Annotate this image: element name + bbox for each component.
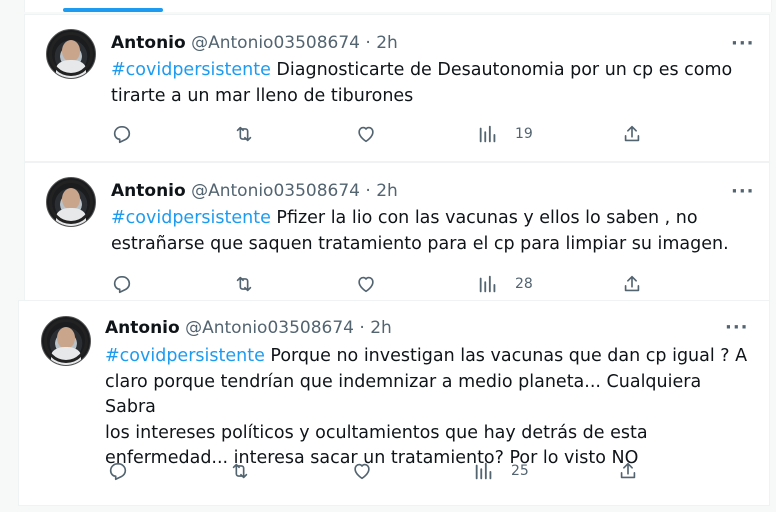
tweet-text-line: Diagnosticarte de Desautonomia por un cp…	[270, 60, 733, 80]
views-count: 28	[515, 276, 533, 292]
like-icon[interactable]	[355, 273, 377, 295]
author-name[interactable]: Antonio	[105, 318, 180, 338]
tweet-text-line: tirarte a un mar lleno de tiburones	[111, 85, 414, 106]
more-icon[interactable]: ···	[725, 319, 749, 337]
hashtag-link[interactable]: #covidpersistente	[105, 346, 265, 366]
like-icon[interactable]	[351, 460, 373, 482]
author-name[interactable]: Antonio	[111, 33, 186, 53]
timestamp[interactable]: 2h	[370, 318, 392, 338]
tweet-text: #covidpersistente Porque no investigan l…	[105, 344, 755, 472]
timestamp[interactable]: 2h	[376, 33, 398, 53]
hashtag-link[interactable]: #covidpersistente	[111, 208, 271, 228]
share-icon[interactable]	[621, 123, 643, 145]
tweet-card[interactable]: Antonio @Antonio03508674 · 2h ··· #covid…	[24, 162, 770, 302]
tweet-actions: 25	[107, 460, 647, 482]
reply-icon[interactable]	[111, 273, 133, 295]
author-handle[interactable]: @Antonio03508674	[191, 33, 360, 53]
author-handle[interactable]: @Antonio03508674	[185, 318, 354, 338]
views-icon[interactable]	[473, 460, 495, 482]
more-icon[interactable]: ···	[731, 183, 755, 201]
separator-dot: ·	[365, 33, 371, 53]
reply-icon[interactable]	[111, 123, 133, 145]
like-icon[interactable]	[355, 123, 377, 145]
tweet-actions: 28	[111, 273, 651, 295]
separator-dot: ·	[365, 181, 371, 201]
tweet-text: #covidpersistente Diagnosticarte de Desa…	[111, 58, 751, 109]
retweet-icon[interactable]	[233, 273, 255, 295]
views-icon[interactable]	[477, 273, 499, 295]
reply-icon[interactable]	[107, 460, 129, 482]
avatar[interactable]	[46, 29, 96, 79]
tweet-text-line: Porque no investigan las vacunas que dan…	[264, 346, 748, 366]
tweet-header: Antonio @Antonio03508674 · 2h	[111, 33, 398, 53]
tweet-text: #covidpersistente Pfizer la lio con las …	[111, 206, 751, 257]
tweet-text-line: estrañarse que saquen tratamiento para e…	[111, 233, 729, 254]
timestamp[interactable]: 2h	[376, 181, 398, 201]
views-count: 19	[515, 126, 533, 142]
avatar[interactable]	[46, 177, 96, 227]
views-icon[interactable]	[477, 123, 499, 145]
tweet-text-line: Pfizer la lio con las vacunas y ellos lo…	[270, 208, 698, 228]
active-tab-indicator	[63, 8, 163, 12]
tweet-text-line: los intereses políticos y ocultamientos …	[105, 422, 648, 443]
views-count: 25	[511, 463, 529, 479]
retweet-icon[interactable]	[229, 460, 251, 482]
tweet-card[interactable]: Antonio @Antonio03508674 · 2h ··· #covid…	[18, 300, 770, 506]
author-handle[interactable]: @Antonio03508674	[191, 181, 360, 201]
tweet-header: Antonio @Antonio03508674 · 2h	[105, 318, 392, 338]
tweet-card[interactable]: Antonio @Antonio03508674 · 2h ··· #covid…	[24, 14, 770, 162]
author-name[interactable]: Antonio	[111, 181, 186, 201]
share-icon[interactable]	[617, 460, 639, 482]
avatar[interactable]	[41, 316, 91, 366]
more-icon[interactable]: ···	[731, 35, 755, 53]
tweet-actions: 19	[111, 123, 651, 145]
tweet-header: Antonio @Antonio03508674 · 2h	[111, 181, 398, 201]
tweet-text-line: claro porque tendrían que indemnizar a m…	[105, 371, 702, 418]
top-tab-bar	[24, 0, 772, 12]
hashtag-link[interactable]: #covidpersistente	[111, 60, 271, 80]
retweet-icon[interactable]	[233, 123, 255, 145]
separator-dot: ·	[359, 318, 365, 338]
share-icon[interactable]	[621, 273, 643, 295]
